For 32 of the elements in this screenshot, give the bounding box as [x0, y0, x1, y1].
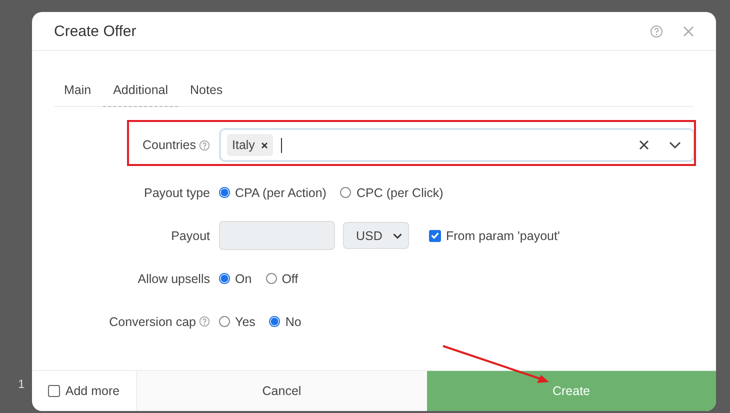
radio-option[interactable]: On	[219, 272, 252, 286]
chevron-down-icon[interactable]	[669, 141, 681, 149]
country-tag: Italy	[227, 134, 273, 156]
payout-input[interactable]	[219, 221, 335, 250]
help-icon[interactable]	[199, 316, 210, 327]
field-label: Countries	[142, 138, 196, 152]
radio-option[interactable]: Yes	[219, 314, 256, 328]
radio-option[interactable]: No	[269, 314, 302, 328]
chevron-down-icon[interactable]	[393, 232, 402, 238]
checkmark-icon	[430, 230, 440, 241]
clear-icon[interactable]	[639, 140, 649, 150]
close-icon[interactable]	[683, 26, 694, 36]
countries-select[interactable]: Italy	[219, 128, 695, 162]
field-label: Allow upsells	[138, 272, 210, 286]
tab[interactable]: Main	[54, 77, 102, 107]
field-label: Payout	[171, 228, 210, 242]
currency-select[interactable]: USD	[343, 222, 409, 249]
remove-icon[interactable]	[260, 142, 268, 148]
checkbox-option[interactable]: From param 'payout'	[429, 228, 560, 242]
tab[interactable]: Notes	[180, 77, 233, 107]
dialog-title: Create Offer	[54, 22, 138, 40]
tab[interactable]: Additional	[103, 77, 178, 107]
help-icon[interactable]	[650, 24, 663, 38]
radio-option[interactable]: Off	[266, 272, 298, 286]
radio-option[interactable]: CPA (per Action)	[219, 186, 326, 200]
cancel-button[interactable]: Cancel	[137, 371, 426, 411]
background-text: 1	[18, 377, 25, 391]
radio-option[interactable]: CPC (per Click)	[340, 186, 444, 200]
text-cursor	[280, 138, 282, 152]
help-icon[interactable]	[199, 140, 210, 150]
field-label: Payout type	[144, 186, 210, 200]
field-label: Conversion cap	[109, 314, 196, 328]
